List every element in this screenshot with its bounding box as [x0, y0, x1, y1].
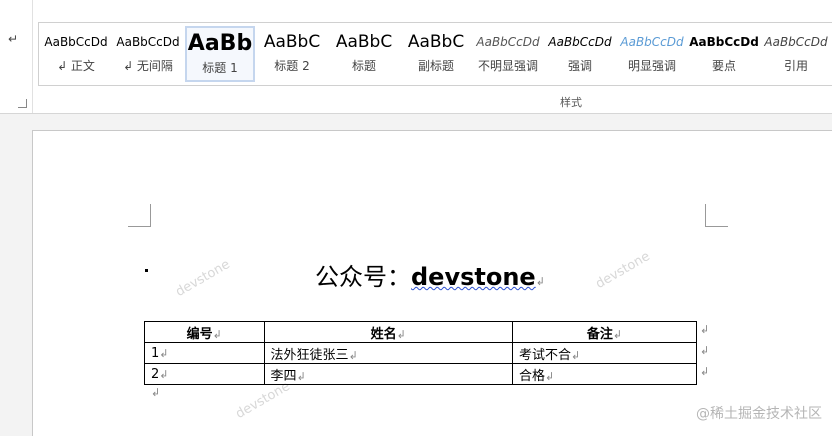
style-preview: AaBbCcDd [476, 35, 540, 49]
table-cell[interactable]: 合格↲ [511, 363, 698, 385]
style-label: 标题 1 [202, 61, 238, 75]
table-header-row: 编号↲ 姓名↲ 备注↲ [144, 321, 698, 343]
ribbon: ↵ AaBbCcDd ↲ 正文 AaBbCcDd ↲ 无间隔 AaBb 标题 1… [0, 0, 832, 114]
table-cell[interactable]: 法外狂徒张三↲ [263, 342, 513, 364]
style-label: 引用 [783, 59, 808, 73]
margin-corner-mark [705, 204, 728, 227]
table-cell[interactable]: 李四↲ [263, 363, 513, 385]
table-header-cell[interactable]: 姓名↲ [263, 321, 513, 343]
style-strong[interactable]: AaBbCcDd 要点 [689, 26, 759, 82]
table-row: 1↲ 法外狂徒张三↲ 考试不合↲ [144, 342, 698, 364]
style-preview: AaBbCcDd [620, 35, 684, 49]
paragraph-mark: ↲ [151, 386, 161, 399]
style-preview: AaBbCcDd [764, 35, 828, 49]
title-english: devstone [411, 263, 536, 291]
list-bullet [145, 269, 148, 272]
style-subtle-emphasis[interactable]: AaBbCcDd 不明显强调 [473, 26, 543, 82]
document-page[interactable]: devstone devstone devstone 公众号：devstone↲… [32, 130, 832, 436]
style-label: ↲ 无间隔 [123, 59, 173, 73]
row-end-mark: ↲ [700, 365, 710, 378]
table-header-cell[interactable]: 备注↲ [511, 321, 698, 343]
watermark-text: devstone [233, 379, 293, 422]
styles-group-label: 样式 [560, 96, 582, 109]
document-title[interactable]: 公众号：devstone↲ [315, 257, 545, 292]
style-subtitle[interactable]: AaBbC 副标题 [401, 26, 471, 82]
watermark-text: devstone [593, 249, 653, 292]
styles-gallery: AaBbCcDd ↲ 正文 AaBbCcDd ↲ 无间隔 AaBb 标题 1 A… [38, 22, 832, 86]
table-cell[interactable]: 1↲ [144, 342, 265, 364]
style-preview: AaBbC [335, 32, 393, 52]
table-cell[interactable]: 2↲ [144, 363, 265, 385]
style-preview: AaBbC [407, 32, 465, 52]
style-label: 明显强调 [627, 59, 676, 73]
style-preview: AaBbCcDd [116, 35, 180, 49]
site-watermark: @稀土掘金技术社区 [696, 406, 822, 422]
style-label: 不明显强调 [477, 59, 538, 73]
style-preview: AaBb [187, 31, 253, 56]
row-end-mark: ↲ [700, 344, 710, 357]
style-normal[interactable]: AaBbCcDd ↲ 正文 [41, 26, 111, 82]
dialog-launcher-icon[interactable] [18, 99, 27, 108]
paragraph-mark: ↲ [535, 275, 545, 288]
paragraph-mark-icon[interactable]: ↵ [8, 32, 18, 46]
table-row: 2↲ 李四↲ 合格↲ [144, 363, 698, 385]
style-quote[interactable]: AaBbCcDd 引用 [761, 26, 831, 82]
ribbon-left-group: ↵ [0, 0, 33, 113]
style-label: 强调 [567, 59, 592, 73]
style-label: ↲ 正文 [57, 59, 95, 73]
style-no-spacing[interactable]: AaBbCcDd ↲ 无间隔 [113, 26, 183, 82]
style-label: 标题 [351, 59, 376, 73]
style-title[interactable]: AaBbC 标题 [329, 26, 399, 82]
style-preview: AaBbCcDd [548, 35, 612, 49]
title-chinese: 公众号： [315, 263, 411, 291]
style-preview: AaBbCcDd [44, 35, 108, 49]
style-label: 副标题 [417, 59, 454, 73]
watermark-text: devstone [173, 257, 233, 300]
style-label: 要点 [711, 59, 736, 73]
table-header-cell[interactable]: 编号↲ [144, 321, 265, 343]
table-cell[interactable]: 考试不合↲ [511, 342, 698, 364]
style-heading-1[interactable]: AaBb 标题 1 [185, 26, 255, 82]
margin-corner-mark [128, 204, 151, 227]
style-preview: AaBbC [263, 32, 321, 52]
style-emphasis[interactable]: AaBbCcDd 强调 [545, 26, 615, 82]
row-end-mark: ↲ [700, 323, 710, 336]
style-intense-emphasis[interactable]: AaBbCcDd 明显强调 [617, 26, 687, 82]
style-label: 标题 2 [274, 59, 310, 73]
document-table[interactable]: 编号↲ 姓名↲ 备注↲ 1↲ 法外狂徒张三↲ 考试不合↲ 2↲ 李四↲ 合格↲ [144, 321, 698, 385]
style-heading-2[interactable]: AaBbC 标题 2 [257, 26, 327, 82]
document-area: devstone devstone devstone 公众号：devstone↲… [0, 114, 832, 436]
style-preview: AaBbCcDd [689, 35, 759, 49]
